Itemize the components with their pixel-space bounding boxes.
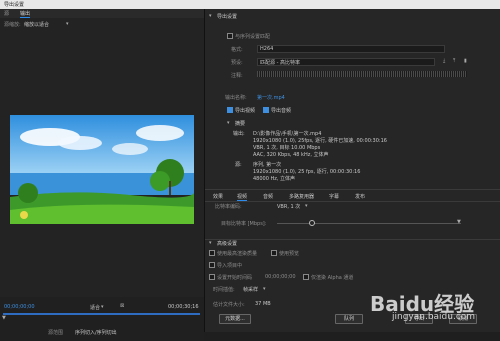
tab-multiplexer[interactable]: 多路复用器 [289,193,314,200]
summary-output-line: D:\影像作品\手机\第一次.mp4 [253,131,322,137]
summary-output-line: AAC, 320 Kbps, 48 kHz, 立体声 [253,152,329,158]
tab-effects[interactable]: 效果 [213,193,223,200]
target-bitrate-label: 目标比特率 [Mbps]: [221,221,267,227]
save-preset-icon[interactable]: ⤓ [443,58,445,64]
output-name-label: 输出名称: [225,95,247,101]
tab-publish[interactable]: 发布 [355,193,365,200]
summary-source-line: 48000 Hz, 立体声 [253,176,296,182]
render-alpha-checkbox[interactable] [303,274,309,280]
preset-label: 预设: [231,60,243,66]
summary-source-line: 序列, 第一次 [253,162,282,168]
interpolation-dropdown[interactable]: 帧采样 [243,286,258,293]
cloud [58,136,102,150]
start-timecode-label: 设置开始时间码 [217,275,253,281]
tree [18,183,38,203]
tab-captions[interactable]: 字幕 [329,193,339,200]
baidu-watermark-url: jingyan.baidu.com [392,312,476,322]
bitrate-encoding-dropdown[interactable]: VBR, 1 次 [277,203,300,210]
queue-button[interactable]: 队列 [335,314,363,324]
export-audio-label: 导出音频 [271,108,292,114]
interpolation-label: 时间插值: [213,287,235,293]
divider [205,239,500,240]
tab-audio[interactable]: 音频 [263,193,273,200]
tab-video[interactable]: 视频 [237,193,248,201]
source-scaling-row: 源缩放: 缩放以适合 ▾ [0,19,204,31]
divider [205,201,500,202]
use-previews-checkbox[interactable] [271,250,277,256]
match-sequence-checkbox[interactable] [227,33,233,39]
delete-preset-icon[interactable]: ▮ [464,58,467,64]
summary-source-label: 源: [235,162,242,168]
preset-select[interactable]: 匹配源 - 高比特率 [257,58,435,66]
max-render-quality-checkbox[interactable] [209,250,215,256]
flowers [20,211,28,219]
tab-source[interactable]: 源 [4,10,9,17]
comments-label: 注释: [231,73,243,79]
metadata-button[interactable]: 元数据... [219,314,251,324]
playhead-icon[interactable]: ▼ [2,315,6,321]
slider-knob[interactable] [309,220,315,226]
collapse-icon[interactable]: ▾ [227,120,230,126]
left-tabs: 源 输出 [0,9,204,18]
tab-output[interactable]: 输出 [20,10,31,18]
bitrate-encoding-label: 比特率编码: [215,204,242,210]
render-alpha-label: 仅渲染 Alpha 通道 [311,275,354,281]
tree [150,171,170,191]
export-settings-title: 导出设置 [217,14,238,20]
advanced-title: 高级设置 [217,241,238,247]
source-range-label: 源范围 [48,330,64,336]
summary-source-line: 1920x1080 (1.0), 25 fps, 逐行, 00:00:30:16 [253,169,361,175]
chevron-down-icon[interactable]: ▾ [263,286,266,292]
window-title: 导出设置 [4,2,25,8]
export-audio-checkbox[interactable] [263,107,269,113]
chevron-down-icon[interactable]: ▾ [101,304,104,310]
output-name-link[interactable]: 第一次.mp4 [257,94,285,101]
chevron-down-icon[interactable]: ▾ [66,21,69,27]
timeline-range-bar[interactable] [3,313,200,315]
right-panel: ▾ 导出设置 与序列设置匹配 格式: H264 预设: 匹配源 - 高比特率 ⤓… [205,9,500,332]
timecode-end: 00;00;30;16 [168,304,199,310]
cloud [136,125,184,141]
import-preset-icon[interactable]: ⤒ [453,58,455,64]
summary-title: 摘要 [235,121,246,127]
slider-end-icon: ▼ [457,219,461,225]
start-timecode-value[interactable]: 00;00;00;00 [265,274,296,280]
timeline: 00;00;00;00 适合 ▾ ⊠ 00;00;30;16 ▼ 源范围 序列切… [0,297,204,341]
comments-field[interactable] [257,71,467,77]
format-label: 格式: [231,47,243,53]
file-size-value: 37 MB [255,301,271,307]
start-timecode-checkbox[interactable] [209,274,215,280]
chevron-down-icon[interactable]: ▾ [305,203,308,209]
source-scaling-dropdown[interactable]: 缩放以适合 [24,21,49,28]
collapse-icon[interactable]: ▾ [209,240,212,246]
cloud [112,143,148,155]
export-video-label: 导出视频 [235,108,256,114]
summary-output-line: VBR, 1 次, 目标 10.00 Mbps [253,145,321,151]
divider [205,189,500,190]
format-value: H264 [260,46,274,52]
mark-icon[interactable]: ⊠ [120,303,124,309]
file-size-label: 估计文件大小: [213,302,245,308]
fit-dropdown[interactable]: 适合 [90,304,100,311]
left-panel: 源 输出 源缩放: 缩放以适合 ▾ 00;00;00;00 适合 ▾ ⊠ 00;… [0,9,205,341]
collapse-icon[interactable]: ▾ [209,13,212,19]
export-video-checkbox[interactable] [227,107,233,113]
max-render-quality-label: 使用最高渲染质量 [217,251,258,257]
grass-light [10,204,194,224]
video-preview [10,115,194,224]
source-scaling-label: 源缩放: [4,22,21,28]
preset-value: 匹配源 - 高比特率 [260,60,300,66]
use-previews-label: 使用预览 [279,251,300,257]
tree-trunk [169,181,171,195]
match-sequence-label: 与序列设置匹配 [235,34,271,40]
source-range-dropdown[interactable]: 序列切入/序列切出 [75,329,117,336]
target-bitrate-slider[interactable] [277,223,461,224]
import-project-label: 导入项目中 [217,263,243,269]
format-select[interactable]: H264 [257,45,445,53]
summary-output-label: 输出: [233,131,245,137]
timecode-start[interactable]: 00;00;00;00 [4,304,35,310]
summary-output-line: 1920x1080 (1.0), 25fps, 逐行, 硬件已加速, 00:00… [253,138,387,144]
import-project-checkbox[interactable] [209,262,215,268]
